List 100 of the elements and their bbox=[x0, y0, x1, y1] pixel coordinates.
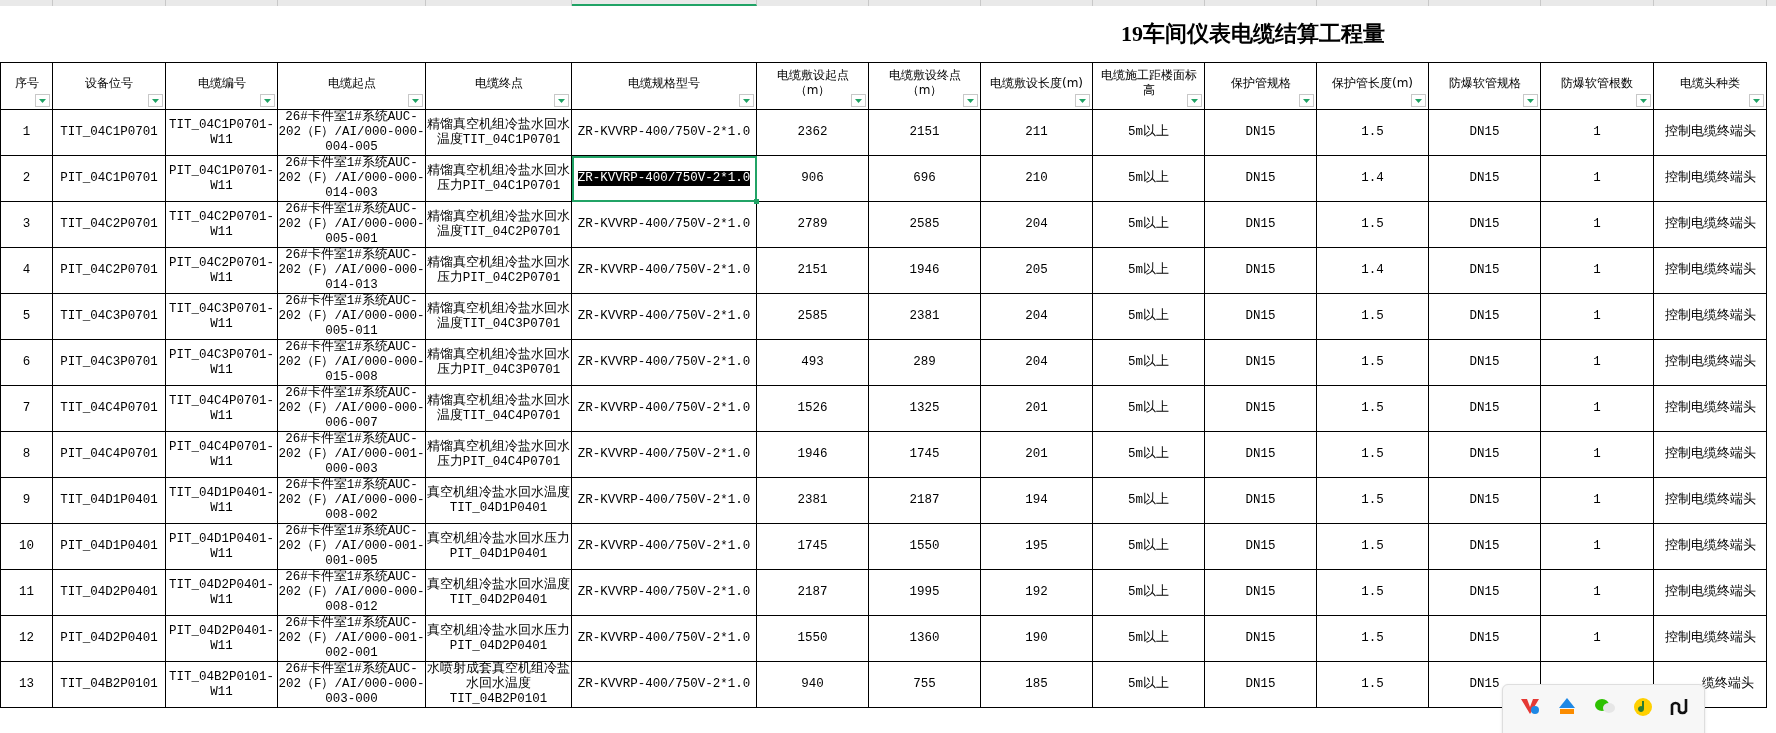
table-cell: 26#卡件室1#系统AUC-202（F）/AI/000-000-005-011 bbox=[278, 294, 426, 340]
table-cell: 2789 bbox=[757, 202, 869, 248]
filter-button[interactable] bbox=[1749, 94, 1764, 107]
table-cell: DN15 bbox=[1429, 156, 1541, 202]
table-cell: 1.4 bbox=[1317, 156, 1429, 202]
chevron-icon[interactable] bbox=[1519, 697, 1540, 715]
table-cell: 1.5 bbox=[1317, 524, 1429, 570]
caret-icon bbox=[1079, 98, 1086, 103]
table-cell: 26#卡件室1#系统AUC-202（F）/AI/000-000-015-008 bbox=[278, 340, 426, 386]
filter-button[interactable] bbox=[260, 94, 275, 107]
table-cell: DN15 bbox=[1429, 478, 1541, 524]
filter-button[interactable] bbox=[1523, 94, 1538, 107]
table-cell: 190 bbox=[981, 616, 1093, 662]
table-cell: 26#卡件室1#系统AUC-202（F）/AI/000-001-001-005 bbox=[278, 524, 426, 570]
table-cell: 控制电缆终端头 bbox=[1654, 616, 1767, 662]
caret-icon bbox=[743, 98, 750, 103]
table-cell: DN15 bbox=[1429, 340, 1541, 386]
table-cell: 控制电缆终端头 bbox=[1654, 340, 1767, 386]
table-cell: TIT_04C4P0701-W11 bbox=[166, 386, 278, 432]
filter-button[interactable] bbox=[963, 94, 978, 107]
table-cell: 1550 bbox=[869, 524, 981, 570]
table-cell: 210 bbox=[981, 156, 1093, 202]
table-cell: DN15 bbox=[1429, 432, 1541, 478]
table-cell: 26#卡件室1#系统AUC-202（F）/AI/000-000-014-003 bbox=[278, 156, 426, 202]
filter-button[interactable] bbox=[1636, 94, 1651, 107]
table-cell: 精馏真空机组冷盐水回水温度TIT_04C1P0701 bbox=[426, 110, 572, 156]
table-cell: 194 bbox=[981, 478, 1093, 524]
table-cell: 7 bbox=[0, 386, 53, 432]
table-cell: 755 bbox=[869, 662, 981, 708]
filter-button[interactable] bbox=[408, 94, 423, 107]
filter-button[interactable] bbox=[1075, 94, 1090, 107]
table-cell: 2362 bbox=[757, 110, 869, 156]
table-cell: 26#卡件室1#系统AUC-202（F）/AI/000-000-003-000 bbox=[278, 662, 426, 708]
table-cell: PIT_04D2P0401 bbox=[53, 616, 166, 662]
table-cell: 1.4 bbox=[1317, 248, 1429, 294]
table-cell: 控制电缆终端头 bbox=[1654, 294, 1767, 340]
caret-icon bbox=[855, 98, 862, 103]
filter-button[interactable] bbox=[148, 94, 163, 107]
table-cell: 3 bbox=[0, 202, 53, 248]
column-header: 电缆施工距楼面标高 bbox=[1093, 62, 1205, 110]
table-cell: 控制电缆终端头 bbox=[1654, 524, 1767, 570]
table-cell: 185 bbox=[981, 662, 1093, 708]
filter-button[interactable] bbox=[739, 94, 754, 107]
table-cell: 195 bbox=[981, 524, 1093, 570]
table-cell: 26#卡件室1#系统AUC-202（F）/AI/000-001-000-003 bbox=[278, 432, 426, 478]
caret-icon bbox=[1640, 98, 1647, 103]
table-cell: 940 bbox=[757, 662, 869, 708]
table-cell: DN15 bbox=[1205, 110, 1317, 156]
table-cell: 26#卡件室1#系统AUC-202（F）/AI/000-000-004-005 bbox=[278, 110, 426, 156]
table-cell: 1946 bbox=[757, 432, 869, 478]
wedge-icon[interactable] bbox=[1556, 697, 1577, 715]
table-cell: 5m以上 bbox=[1093, 202, 1205, 248]
table-cell: 8 bbox=[0, 432, 53, 478]
filter-button[interactable] bbox=[1187, 94, 1202, 107]
table-cell: ZR-KVVRP-400/750V-2*1.0 bbox=[572, 340, 757, 386]
filter-button[interactable] bbox=[1411, 94, 1426, 107]
table-cell: 1 bbox=[1541, 524, 1654, 570]
filter-button[interactable] bbox=[35, 94, 50, 107]
table-cell: 9 bbox=[0, 478, 53, 524]
table-cell: 201 bbox=[981, 386, 1093, 432]
table-cell: 11 bbox=[0, 570, 53, 616]
column-header: 防爆软管根数 bbox=[1541, 62, 1654, 110]
filter-button[interactable] bbox=[554, 94, 569, 107]
table-cell: 精馏真空机组冷盐水回水压力PIT_04C1P0701 bbox=[426, 156, 572, 202]
table-cell: TIT_04C1P0701-W11 bbox=[166, 110, 278, 156]
table-cell: 204 bbox=[981, 294, 1093, 340]
music-note-icon[interactable] bbox=[1632, 697, 1653, 717]
table-cell: DN15 bbox=[1429, 524, 1541, 570]
table-cell: 控制电缆终端头 bbox=[1654, 432, 1767, 478]
table-cell: 1 bbox=[0, 110, 53, 156]
table-cell: 1 bbox=[1541, 294, 1654, 340]
column-header: 电缆编号 bbox=[166, 62, 278, 110]
table-cell: DN15 bbox=[1429, 202, 1541, 248]
table-cell: 控制电缆终端头 bbox=[1654, 478, 1767, 524]
wave-icon[interactable] bbox=[1669, 697, 1688, 717]
table-cell: 2187 bbox=[757, 570, 869, 616]
table-cell: 2151 bbox=[869, 110, 981, 156]
table-cell: 2187 bbox=[869, 478, 981, 524]
table-cell: 26#卡件室1#系统AUC-202（F）/AI/000-001-002-001 bbox=[278, 616, 426, 662]
table-cell: 水喷射成套真空机组冷盐水回水温度TIT_04B2P0101 bbox=[426, 662, 572, 708]
filter-button[interactable] bbox=[1299, 94, 1314, 107]
table-cell: 精馏真空机组冷盐水回水压力PIT_04C2P0701 bbox=[426, 248, 572, 294]
table-cell: PIT_04C1P0701 bbox=[53, 156, 166, 202]
column-header: 保护管长度(m) bbox=[1317, 62, 1429, 110]
table-cell: 1.5 bbox=[1317, 478, 1429, 524]
table-cell: DN15 bbox=[1429, 386, 1541, 432]
table-cell: ZR-KVVRP-400/750V-2*1.0 bbox=[572, 386, 757, 432]
table-cell: 控制电缆终端头 bbox=[1654, 156, 1767, 202]
caret-icon bbox=[152, 98, 159, 103]
table-cell: 5m以上 bbox=[1093, 616, 1205, 662]
table-cell: 真空机组冷盐水回水压力PIT_04D1P0401 bbox=[426, 524, 572, 570]
filter-button[interactable] bbox=[851, 94, 866, 107]
caret-icon bbox=[39, 98, 46, 103]
table-cell: 5m以上 bbox=[1093, 432, 1205, 478]
table-cell: TIT_04B2P0101-W11 bbox=[166, 662, 278, 708]
chat-bubbles-icon[interactable] bbox=[1593, 697, 1616, 715]
table-cell: PIT_04C3P0701 bbox=[53, 340, 166, 386]
table-cell: DN15 bbox=[1205, 248, 1317, 294]
table-cell: 1 bbox=[1541, 570, 1654, 616]
column-header: 设备位号 bbox=[53, 62, 166, 110]
